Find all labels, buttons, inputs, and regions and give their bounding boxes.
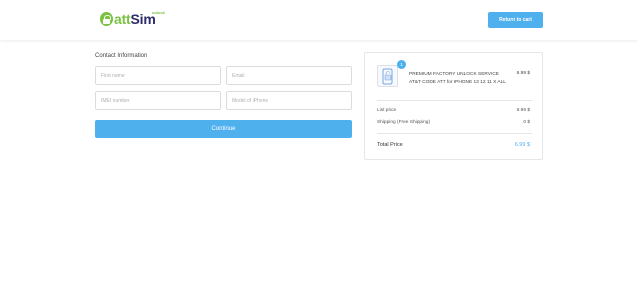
imei-number-input[interactable] — [95, 91, 221, 110]
product-thumbnail — [377, 65, 398, 87]
contact-information-heading: Contact Information — [95, 53, 148, 59]
site-header: att Sim unlock Return to cart — [0, 0, 638, 40]
total-price-value: 6.99 $ — [514, 142, 530, 148]
order-summary-panel: 1 PREMIUM FACTORY UNLOCK SERVICE AT&T CO… — [364, 52, 543, 160]
list-price-label: List price — [377, 108, 397, 113]
total-price-label: Total Price — [377, 142, 403, 148]
list-price-value: 6.99 $ — [516, 108, 530, 113]
shipping-label: Shipping (Free Shipping) — [377, 120, 431, 125]
first-name-input[interactable] — [95, 66, 221, 85]
logo-subtext: unlock — [152, 10, 165, 15]
continue-button[interactable]: Continue — [95, 120, 352, 138]
summary-divider — [377, 133, 532, 134]
summary-divider — [377, 100, 532, 101]
iphone-model-input[interactable] — [226, 91, 352, 110]
shipping-value: 0 $ — [523, 120, 530, 125]
product-name: PREMIUM FACTORY UNLOCK SERVICE AT&T CODE… — [409, 72, 506, 85]
email-input[interactable] — [226, 66, 352, 85]
return-to-cart-button[interactable]: Return to cart — [488, 12, 543, 28]
attsim-logo[interactable]: att Sim unlock — [100, 10, 165, 27]
quantity-badge: 1 — [397, 60, 406, 69]
phone-unlock-icon — [382, 68, 393, 85]
product-price: 6.99 $ — [516, 71, 530, 76]
logo-text-att: att — [114, 11, 131, 27]
lock-icon — [100, 12, 113, 26]
